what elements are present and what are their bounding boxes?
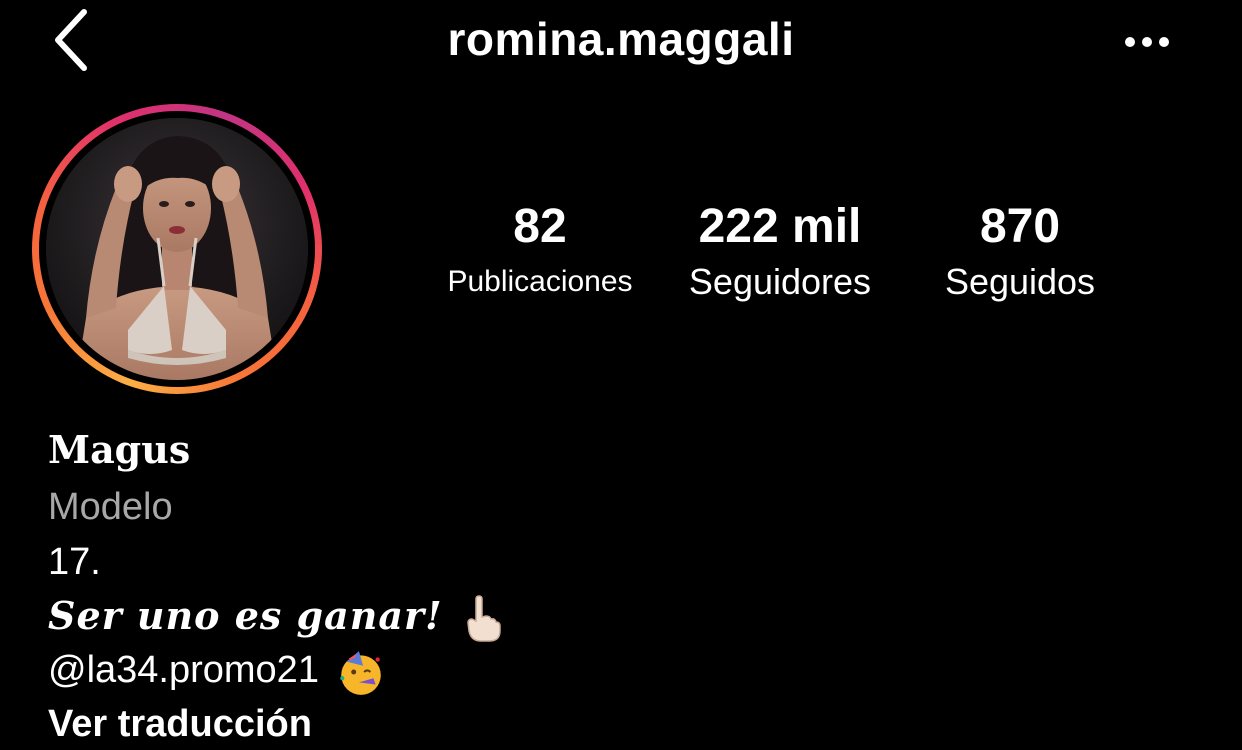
mention-link[interactable]: @la34.promo21 — [48, 649, 319, 691]
followers-label: Seguidores — [688, 261, 872, 302]
profile-username: romina.maggali — [447, 13, 795, 65]
see-translation-link[interactable]: Ver traducción — [48, 698, 948, 750]
following-count-stat[interactable]: 870 Seguidos — [910, 196, 1130, 306]
more-options-button[interactable] — [1118, 22, 1178, 62]
followers-count: 222 mil — [698, 200, 862, 253]
following-label: Seguidos — [944, 261, 1096, 302]
bio-line-age: 17. — [48, 541, 101, 583]
following-count: 870 — [979, 200, 1061, 253]
bio-line-motto: Ser uno es ganar! — [48, 590, 948, 644]
top-navigation-bar: romina.maggali — [0, 0, 1242, 90]
index-pointing-up-emoji — [467, 595, 501, 642]
bio-motto-text: Ser uno es ganar! — [48, 593, 443, 638]
bio-line-mention: @la34.promo21 — [48, 644, 948, 698]
profile-bio: Magus Modelo 17. Ser uno es ganar! @la34… — [48, 424, 948, 750]
more-horizontal-icon — [1125, 37, 1169, 47]
partying-face-emoji — [339, 651, 381, 695]
profile-stats: 82 Publicaciones 222 mil Seguidores 870 … — [0, 196, 1242, 316]
posts-count-stat[interactable]: 82 Publicaciones — [430, 196, 650, 306]
display-name: Magus — [48, 427, 191, 472]
followers-count-stat[interactable]: 222 mil Seguidores — [660, 196, 900, 306]
profile-category: Modelo — [48, 486, 173, 528]
posts-count: 82 — [513, 200, 567, 253]
posts-label: Publicaciones — [447, 265, 633, 298]
